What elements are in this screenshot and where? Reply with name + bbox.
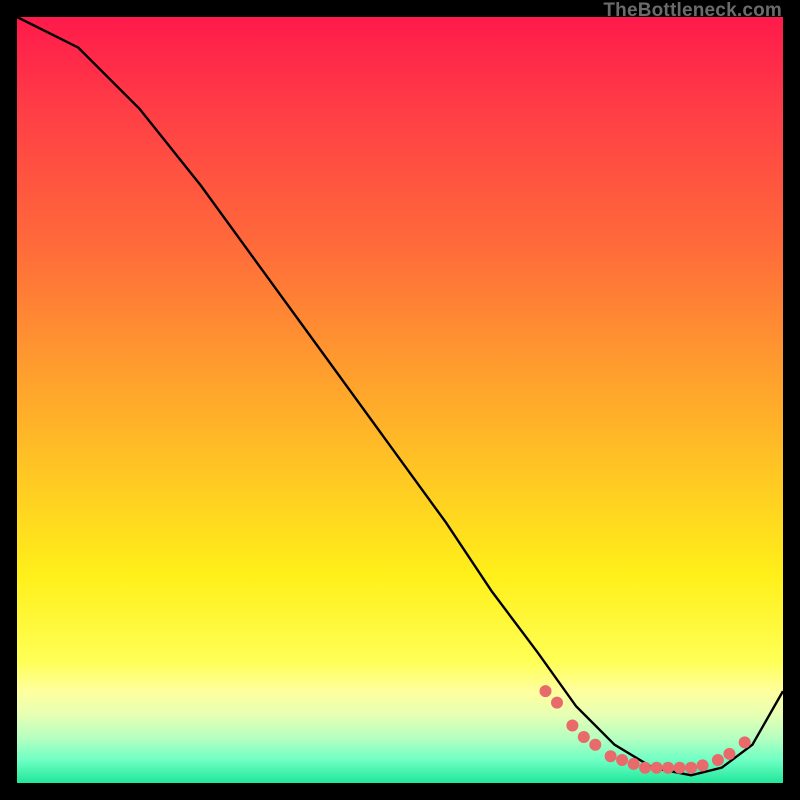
data-marker xyxy=(628,758,639,769)
data-marker xyxy=(724,748,735,759)
data-marker xyxy=(590,739,601,750)
data-marker xyxy=(552,697,563,708)
data-marker xyxy=(567,720,578,731)
chart-overlay xyxy=(17,17,783,783)
bottleneck-curve xyxy=(17,17,783,775)
watermark-text: TheBottleneck.com xyxy=(603,0,782,22)
data-marker xyxy=(651,762,662,773)
data-marker xyxy=(578,732,589,743)
data-marker xyxy=(697,760,708,771)
data-marker xyxy=(712,755,723,766)
data-marker xyxy=(640,762,651,773)
data-marker xyxy=(605,751,616,762)
data-marker xyxy=(674,762,685,773)
data-marker xyxy=(617,755,628,766)
data-marker xyxy=(686,762,697,773)
data-marker xyxy=(739,737,750,748)
chart-stage: TheBottleneck.com xyxy=(0,0,800,800)
data-marker xyxy=(540,686,551,697)
data-marker xyxy=(663,762,674,773)
